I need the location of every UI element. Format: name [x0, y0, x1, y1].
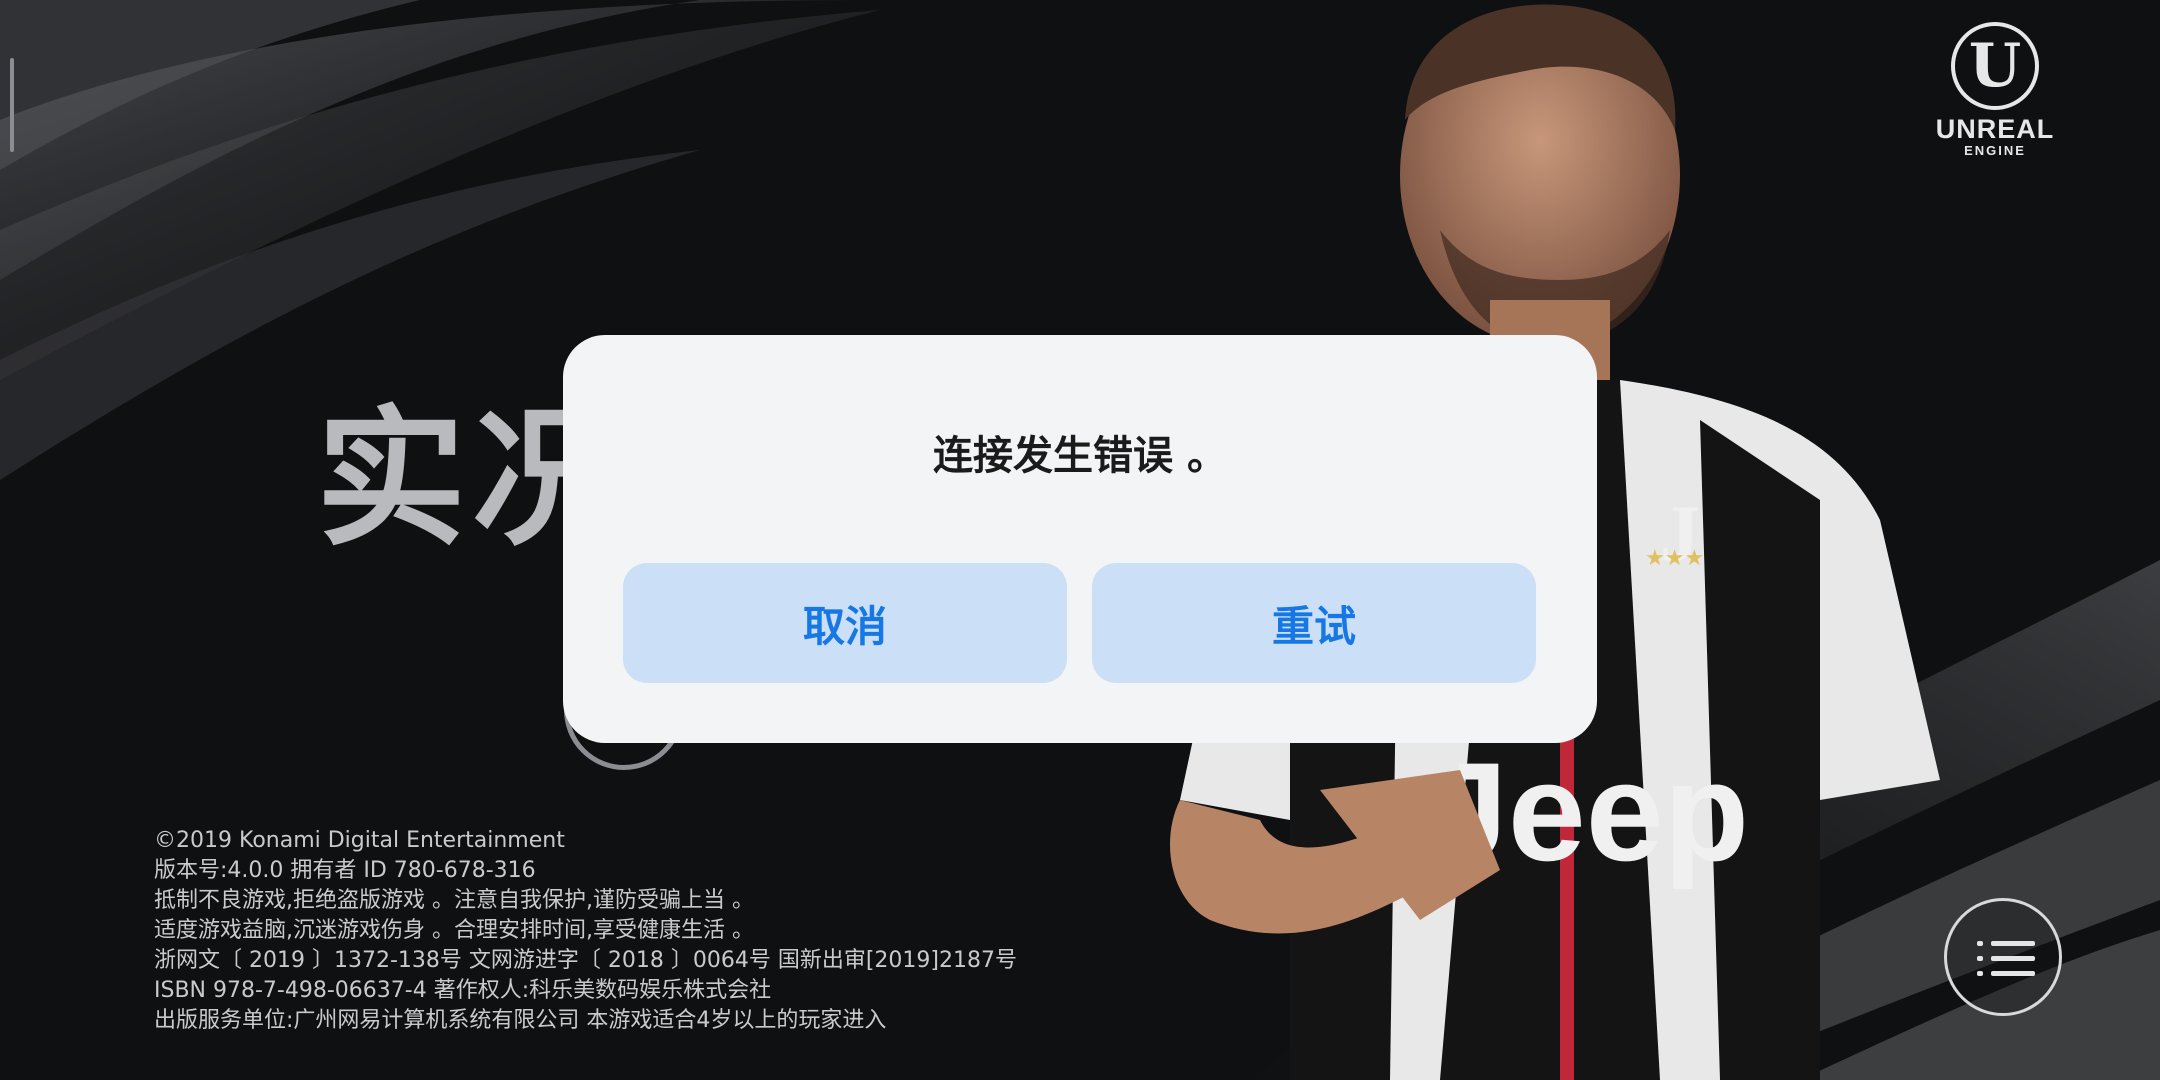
legal-line: 版本号:4.0.0 拥有者 ID 780-678-316 [154, 858, 536, 883]
svg-text:★★★: ★★★ [1645, 546, 1704, 571]
dialog-message: 连接发生错误 。 [933, 433, 1227, 479]
menu-line [1977, 956, 2035, 961]
menu-line [1977, 941, 2035, 946]
legal-line: ©2019 Konami Digital Entertainment [154, 828, 565, 853]
engine-logo-line2: ENGINE [1964, 143, 2026, 158]
menu-line [1977, 971, 2035, 976]
engine-logo-line1: UNREAL [1935, 114, 2055, 144]
unreal-engine-logo-icon: U UNREAL ENGINE [1920, 22, 2070, 172]
side-handle [10, 58, 14, 152]
unreal-engine-emblem: U [1951, 22, 2039, 110]
cancel-button[interactable]: 取消 [623, 563, 1067, 683]
retry-button[interactable]: 重试 [1092, 563, 1536, 683]
unreal-u-glyph: U [1968, 31, 2022, 101]
legal-line: 抵制不良游戏,拒绝盗版游戏 。注意自我保护,谨防受骗上当 。 [154, 888, 754, 913]
menu-list-icon[interactable] [1944, 898, 2062, 1016]
error-dialog: 连接发生错误 。 取消 重试 [563, 335, 1597, 743]
legal-line: 浙网文〔 2019 〕1372-138号 文网游进字〔 2018 〕0064号 … [154, 948, 1017, 973]
legal-line: 适度游戏益脑,沉迷游戏伤身 。合理安排时间,享受健康生活 。 [154, 918, 754, 943]
legal-line: 出版服务单位:广州网易计算机系统有限公司 本游戏适合4岁以上的玩家进入 [154, 1008, 887, 1033]
legal-notice: ©2019 Konami Digital Entertainment 版本号:4… [154, 826, 1017, 1036]
legal-line: ISBN 978-7-498-06637-4 著作权人:科乐美数码娱乐株式会社 [154, 978, 772, 1003]
